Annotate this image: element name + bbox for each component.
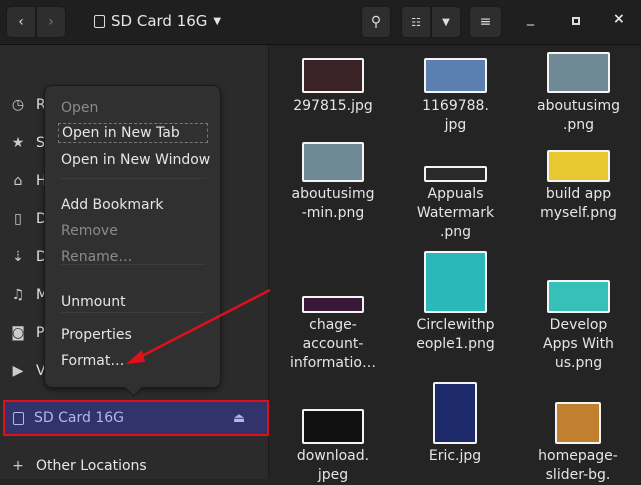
annotation-arrow [126, 288, 271, 364]
